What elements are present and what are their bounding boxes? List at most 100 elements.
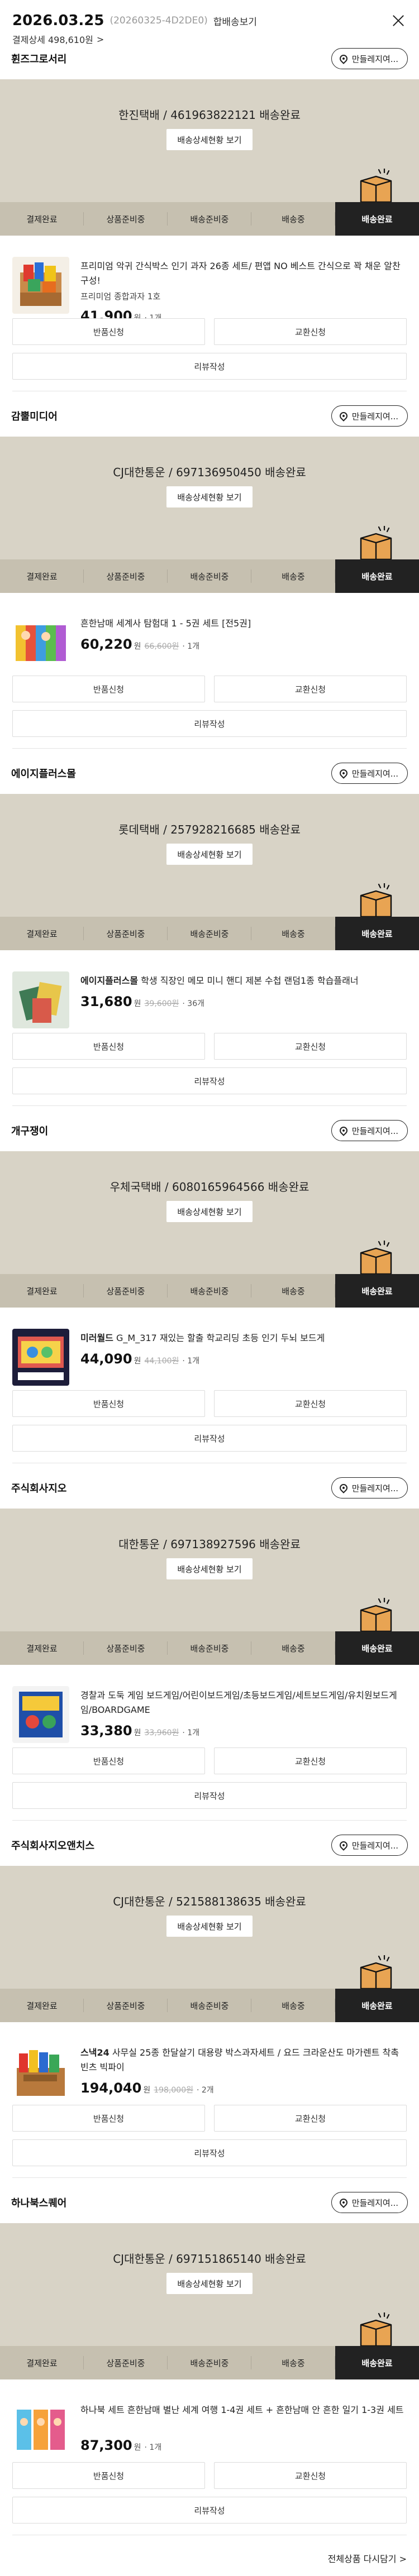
return-button[interactable]: 반품신청	[12, 318, 205, 345]
tracking-detail-button[interactable]: 배송상세현황 보기	[166, 1201, 253, 1222]
delivery-status-panel: CJ대한통운 / 697136950450 배송완료 배송상세현황 보기	[0, 437, 419, 559]
with-button-label: 만들레지여...	[351, 1126, 398, 1136]
return-button[interactable]: 반품신청	[12, 2105, 205, 2132]
notebook-icon[interactable]	[12, 971, 69, 1028]
review-button[interactable]: 리뷰작성	[12, 2139, 407, 2166]
original-price: 44,100원	[144, 1357, 179, 1366]
delivery-step: 배송완료	[335, 202, 419, 236]
rebuy-all-link[interactable]: 전체상품 다시담기 >	[328, 2551, 407, 2565]
board-game-icon[interactable]	[12, 1329, 69, 1386]
location-pin-icon	[337, 768, 349, 779]
with-button[interactable]: 만들레지여...	[331, 2192, 408, 2213]
exchange-button[interactable]: 교환신청	[214, 1747, 407, 1774]
original-price: 39,600원	[144, 999, 179, 1008]
tracking-detail-button[interactable]: 배송상세현황 보기	[166, 844, 253, 865]
return-button[interactable]: 반품신청	[12, 676, 205, 702]
product-name[interactable]: 에이지플러스몰 학생 직장인 메모 미니 핸디 제본 수첩 랜덤1종 학습플래너	[80, 974, 407, 988]
return-button[interactable]: 반품신청	[12, 1390, 205, 1417]
exchange-button[interactable]: 교환신청	[214, 318, 407, 345]
price-row: 44,090 원 44,100원 · 1개	[80, 1351, 199, 1367]
product-name[interactable]: 경찰과 도둑 게임 보드게임/어린이보드게임/초등보드게임/세트보드게임/유치원…	[80, 1688, 407, 1717]
delivery-steps: 결제완료 상품준비중 배송준비중 배송중 배송완료	[0, 1274, 419, 1308]
return-button[interactable]: 반품신청	[12, 1033, 205, 1060]
product-name[interactable]: 프리미엄 악귀 간식박스 인기 과자 26종 세트/ 편앱 NO 베스트 간식으…	[80, 259, 407, 288]
with-button[interactable]: 만들레지여...	[331, 1120, 408, 1141]
price-row: 31,680 원 39,600원 · 36개	[80, 994, 204, 1009]
product-title: 사무실 25종 한달살기 대용량 박스과자세트 / 요드 크라운산도 마가렌트 …	[80, 2047, 399, 2072]
price-row: 87,300 원 · 1개	[80, 2438, 161, 2453]
exchange-button[interactable]: 교환신청	[214, 2105, 407, 2132]
seller-name[interactable]: 주식회사지오	[11, 1481, 66, 1495]
delivered-box-icon	[360, 1598, 392, 1631]
seller-name[interactable]: 주식회사지오앤치스	[11, 1838, 94, 1852]
exchange-button[interactable]: 교환신청	[214, 2462, 407, 2489]
action-button-row: 반품신청 교환신청	[12, 2462, 407, 2489]
comic-set-icon[interactable]	[12, 2401, 69, 2458]
delivery-step: 상품준비중	[84, 1989, 168, 2022]
with-button[interactable]: 만들레지여...	[331, 763, 408, 784]
with-button[interactable]: 만들레지여...	[331, 48, 408, 69]
delivery-step: 배송중	[251, 917, 335, 950]
snack-bundle-icon[interactable]	[12, 2043, 69, 2100]
review-button[interactable]: 리뷰작성	[12, 1782, 407, 1809]
shipment-block: 휜즈그로서리 만들레지여... 한진택배 / 461963822121 배송완료…	[0, 45, 419, 402]
product-name[interactable]: 하나북 세트 흔한남매 별난 세계 여행 1-4권 세트 + 흔한남매 안 흔한…	[80, 2403, 407, 2417]
review-button[interactable]: 리뷰작성	[12, 1425, 407, 1452]
tracking-detail-button[interactable]: 배송상세현황 보기	[166, 2273, 253, 2294]
tracking-detail-button[interactable]: 배송상세현황 보기	[166, 486, 253, 507]
action-buttons: 반품신청 교환신청 리뷰작성	[12, 2105, 407, 2166]
game-box-icon[interactable]	[12, 1686, 69, 1743]
with-button[interactable]: 만들레지여...	[331, 1477, 408, 1498]
with-button[interactable]: 만들레지여...	[331, 405, 408, 427]
product-title: 흔한남매 세계사 탐험대 1 - 5권 세트 [전5권]	[80, 618, 251, 629]
seller-name[interactable]: 개구쟁이	[11, 1123, 48, 1138]
delivery-step: 배송완료	[335, 1631, 419, 1665]
tracking-detail-button[interactable]: 배송상세현황 보기	[166, 1558, 253, 1579]
action-buttons: 반품신청 교환신청 리뷰작성	[12, 1747, 407, 1809]
order-header: 2026.03.25 (20260325-4D2DE0) 합배송보기 결제상세 …	[0, 0, 419, 45]
action-buttons: 반품신청 교환신청 리뷰작성	[12, 1033, 407, 1094]
delivered-box-icon	[360, 883, 392, 917]
review-button[interactable]: 리뷰작성	[12, 2497, 407, 2524]
review-button[interactable]: 리뷰작성	[12, 353, 407, 380]
shipment-block: 하나북스퀘어 만들레지여... CJ대한통운 / 697151865140 배송…	[0, 2189, 419, 2546]
return-button[interactable]: 반품신청	[12, 2462, 205, 2489]
delivery-step: 배송준비중	[168, 1631, 251, 1665]
book-set-icon[interactable]	[12, 614, 69, 671]
order-number: (20260325-4D2DE0)	[109, 15, 208, 26]
product-name[interactable]: 미러월드 G_M_317 재있는 할출 학교리딩 초등 인기 두뇌 보드게	[80, 1331, 407, 1346]
product-price: 44,090	[80, 1351, 132, 1367]
payment-detail-link[interactable]: 결제상세 498,610원 >	[12, 32, 104, 46]
seller-name[interactable]: 하나북스퀘어	[11, 2195, 66, 2210]
seller-name[interactable]: 휜즈그로서리	[11, 51, 66, 66]
snack-box-icon[interactable]	[12, 257, 69, 314]
exchange-button[interactable]: 교환신청	[214, 676, 407, 702]
exchange-button[interactable]: 교환신청	[214, 1390, 407, 1417]
close-icon[interactable]	[390, 12, 407, 29]
return-button[interactable]: 반품신청	[12, 1747, 205, 1774]
tracking-detail-button[interactable]: 배송상세현황 보기	[166, 129, 253, 150]
with-button-label: 만들레지여...	[351, 1840, 398, 1851]
seller-row: 주식회사지오앤치스 만들레지여...	[11, 1831, 408, 1859]
delivery-step: 배송중	[251, 202, 335, 236]
exchange-button[interactable]: 교환신청	[214, 1033, 407, 1060]
product-name[interactable]: 흔한남매 세계사 탐험대 1 - 5권 세트 [전5권]	[80, 616, 407, 631]
combined-shipping-link[interactable]: 합배송보기	[213, 14, 257, 28]
original-price: 66,600원	[144, 642, 179, 651]
delivery-step: 배송준비중	[168, 1989, 251, 2022]
with-button[interactable]: 만들레지여...	[331, 1835, 408, 1856]
payment-detail-label: 결제상세 498,610원	[12, 35, 93, 45]
product-name[interactable]: 스낵24 사무실 25종 한달살기 대용량 박스과자세트 / 요드 크라운산도 …	[80, 2046, 407, 2075]
review-button[interactable]: 리뷰작성	[12, 710, 407, 737]
delivered-box-icon	[360, 2312, 392, 2346]
currency-unit: 원	[134, 1728, 141, 1737]
seller-name[interactable]: 감뿔미디어	[11, 409, 58, 423]
review-button[interactable]: 리뷰작성	[12, 1067, 407, 1094]
delivery-steps: 결제완료 상품준비중 배송준비중 배송중 배송완료	[0, 2346, 419, 2379]
delivery-step: 배송준비중	[168, 1274, 251, 1308]
product-title: 경찰과 도둑 게임 보드게임/어린이보드게임/초등보드게임/세트보드게임/유치원…	[80, 1690, 397, 1715]
tracking-detail-button[interactable]: 배송상세현황 보기	[166, 1916, 253, 1937]
price-row: 33,380 원 33,960원 · 1개	[80, 1723, 199, 1739]
quantity: · 1개	[182, 1357, 200, 1366]
seller-name[interactable]: 에이지플러스몰	[11, 766, 76, 781]
